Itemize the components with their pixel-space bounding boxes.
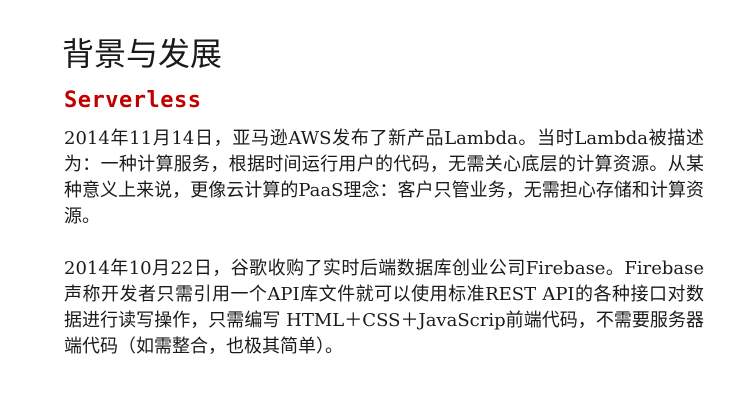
slide-body: 2014年11月14日，亚马逊AWS发布了新产品Lambda。当时Lambda被…	[64, 126, 704, 360]
slide: 背景与发展 Serverless 2014年11月14日，亚马逊AWS发布了新产…	[0, 0, 750, 410]
paragraph-aws-lambda: 2014年11月14日，亚马逊AWS发布了新产品Lambda。当时Lambda被…	[64, 128, 704, 227]
slide-subtitle: Serverless	[64, 88, 202, 113]
slide-title: 背景与发展	[62, 35, 223, 73]
paragraph-google-firebase: 2014年10月22日，谷歌收购了实时后端数据库创业公司Firebase。Fir…	[64, 258, 704, 357]
